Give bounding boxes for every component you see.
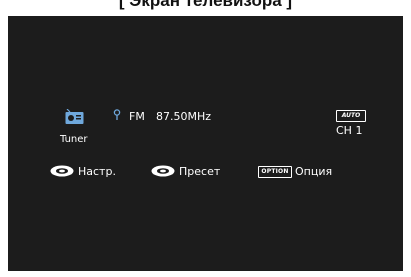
tuner-label: Tuner: [60, 134, 88, 145]
option-label[interactable]: Опция: [295, 165, 332, 178]
page-caption: [ Экран телевизора ]: [118, 0, 293, 10]
preset-label[interactable]: Пресет: [179, 165, 220, 178]
preset-control-icon[interactable]: [151, 165, 175, 177]
tv-screen: Tuner FM 87.50MHz AUTO CH 1 Настр. Пресе…: [8, 16, 403, 271]
setup-label[interactable]: Настр.: [78, 165, 116, 178]
signal-antenna-icon: [113, 109, 121, 120]
option-key-badge[interactable]: OPTION: [258, 166, 292, 178]
auto-mode-badge: AUTO: [336, 110, 366, 122]
frequency-value: 87.50MHz: [156, 110, 212, 123]
radio-tuner-icon: [65, 109, 84, 124]
band-label: FM: [129, 110, 145, 123]
setup-control-icon[interactable]: [50, 165, 74, 177]
channel-value: CH 1: [336, 124, 363, 137]
